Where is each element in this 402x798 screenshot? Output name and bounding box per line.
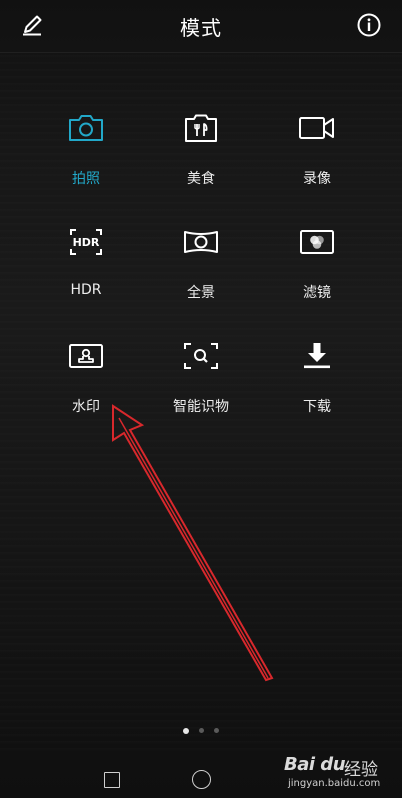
mode-label: 下载 xyxy=(303,399,331,415)
mode-video[interactable]: 录像 xyxy=(250,108,384,208)
mode-label: 美食 xyxy=(187,171,215,187)
mode-label: 水印 xyxy=(72,399,100,415)
mode-panorama[interactable]: 全景 xyxy=(134,222,268,322)
filter-icon xyxy=(297,222,337,262)
mode-label: 全景 xyxy=(187,285,215,301)
circle-icon[interactable] xyxy=(192,770,211,789)
mode-hdr[interactable]: HDR HDR xyxy=(19,222,153,322)
camera-icon xyxy=(66,108,106,148)
download-icon xyxy=(297,336,337,376)
page-dot[interactable] xyxy=(199,728,204,733)
header-bar: 模式 xyxy=(0,0,402,53)
page-dot-active[interactable] xyxy=(183,727,189,734)
watermark-logo: Bai du xyxy=(284,754,346,775)
video-icon xyxy=(297,108,337,148)
mode-label: HDR xyxy=(70,282,102,298)
panorama-icon xyxy=(181,222,221,262)
mode-download[interactable]: 下载 xyxy=(250,336,384,436)
info-icon[interactable] xyxy=(355,11,383,39)
square-icon[interactable] xyxy=(104,772,120,788)
hdr-icon: HDR xyxy=(66,222,106,262)
mode-filter[interactable]: 滤镜 xyxy=(250,222,384,322)
page-indicator xyxy=(0,727,402,734)
camera-mode-screen: 模式 拍照 美食 录像 HDR HDR 全景 滤镜 水印 智能识物 下载 Bai… xyxy=(0,0,402,798)
food-icon xyxy=(181,108,221,148)
page-dot[interactable] xyxy=(214,728,219,733)
mode-smart-recognize[interactable]: 智能识物 xyxy=(134,336,268,436)
mode-label: 智能识物 xyxy=(173,399,229,415)
mode-label: 拍照 xyxy=(72,171,100,187)
baidu-watermark: Bai du 经验 jingyan.baidu.com xyxy=(282,752,400,796)
watermark-cn: 经验 xyxy=(344,760,378,780)
watermark-url: jingyan.baidu.com xyxy=(288,778,381,789)
mode-photo[interactable]: 拍照 xyxy=(19,108,153,208)
scan-search-icon xyxy=(181,336,221,376)
mode-watermark[interactable]: 水印 xyxy=(19,336,153,436)
mode-label: 滤镜 xyxy=(303,285,331,301)
mode-food[interactable]: 美食 xyxy=(134,108,268,208)
page-title: 模式 xyxy=(180,16,222,40)
watermark-icon xyxy=(66,336,106,376)
hdr-icon-text: HDR xyxy=(72,235,100,249)
mode-label: 录像 xyxy=(303,171,331,187)
